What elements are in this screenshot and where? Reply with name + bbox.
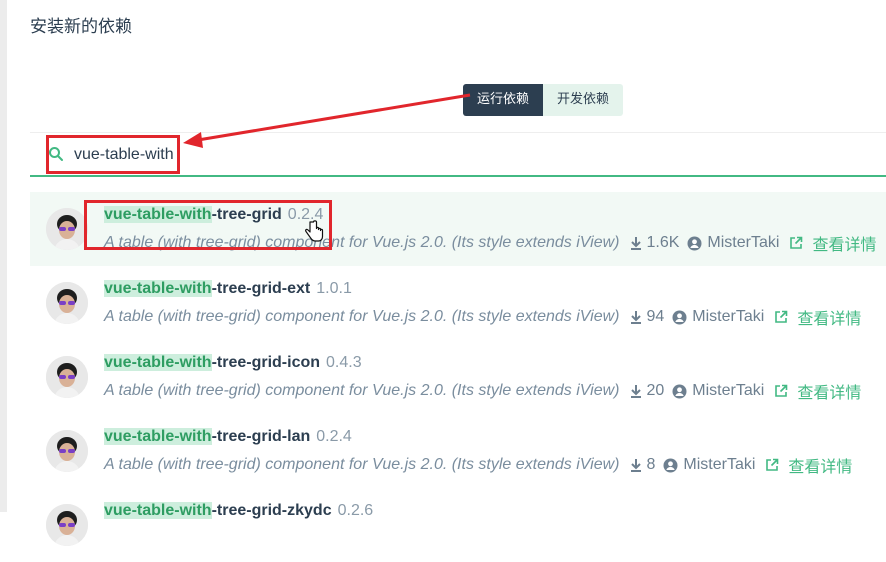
download-count: 1.6K (630, 234, 679, 252)
package-name[interactable]: vue-table-with-tree-grid-lan 0.2.4 (104, 428, 352, 446)
external-link-icon (775, 310, 788, 323)
dependency-type-tabs: 运行依赖 开发依赖 (463, 84, 624, 116)
package-author: MisterTaki (687, 234, 779, 252)
author-avatar (46, 356, 88, 398)
user-icon (672, 310, 687, 324)
download-count: 8 (630, 456, 655, 474)
download-count: 20 (630, 382, 664, 400)
user-icon (687, 236, 702, 250)
result-row[interactable]: vue-table-with-tree-grid-lan 0.2.4 A table… (30, 414, 886, 488)
view-details-link[interactable]: 查看详情 (765, 453, 852, 477)
package-version: 0.2.4 (316, 428, 352, 445)
left-panel-edge (0, 0, 7, 512)
package-author: MisterTaki (672, 382, 764, 400)
package-version: 0.2.6 (337, 502, 374, 519)
external-link-icon (775, 384, 788, 397)
view-details-link[interactable]: 查看详情 (774, 305, 861, 329)
package-name[interactable]: vue-table-with-tree-grid-ext 1.0.1 (104, 280, 352, 298)
download-icon (630, 311, 641, 324)
package-name-rest: -tree-grid-lan (211, 428, 311, 445)
author-avatar (46, 282, 88, 324)
package-meta: A table (with tree-grid) component for V… (104, 379, 861, 403)
user-icon (672, 384, 687, 398)
package-name[interactable]: vue-table-with-tree-grid-icon 0.4.3 (104, 354, 362, 372)
author-avatar (46, 208, 88, 250)
package-name-match: vue-table-with (104, 428, 212, 445)
package-name-rest: -tree-grid-ext (211, 280, 311, 297)
result-row[interactable]: vue-table-with-tree-grid-ext 1.0.1 A table… (30, 266, 886, 340)
package-name[interactable]: vue-table-with-tree-grid-zkydc 0.2.6 (104, 502, 373, 520)
result-row[interactable]: vue-table-with-tree-grid-icon 0.4.3 A tabl… (30, 340, 886, 414)
package-name-match: vue-table-with (104, 502, 212, 519)
package-name-match: vue-table-with (104, 280, 212, 297)
tab-dev-dependencies[interactable]: 开发依赖 (543, 84, 624, 116)
author-avatar (46, 504, 88, 546)
package-description: A table (with tree-grid) component for V… (104, 382, 620, 399)
download-icon (630, 459, 641, 472)
download-icon (630, 385, 641, 398)
package-name-rest: -tree-grid-zkydc (211, 502, 332, 519)
package-version: 1.0.1 (316, 280, 352, 297)
view-details-link[interactable]: 查看详情 (789, 231, 876, 255)
external-link-icon (766, 458, 779, 471)
package-description: A table (with tree-grid) component for V… (104, 308, 620, 325)
result-row[interactable]: vue-table-with-tree-grid-zkydc 0.2.6 (30, 488, 886, 562)
external-link-icon (790, 236, 803, 249)
package-author: MisterTaki (672, 308, 764, 326)
annotation-box-search (46, 135, 180, 174)
package-meta: A table (with tree-grid) component for V… (104, 453, 852, 477)
download-count: 94 (630, 308, 664, 326)
package-meta: A table (with tree-grid) component for V… (104, 305, 861, 329)
annotation-box-first-result (84, 200, 332, 250)
package-version: 0.4.3 (326, 354, 362, 371)
package-name-match: vue-table-with (104, 354, 212, 371)
package-name-rest: -tree-grid-icon (211, 354, 321, 371)
author-avatar (46, 430, 88, 472)
page-title: 安装新的依赖 (30, 17, 132, 37)
package-description: A table (with tree-grid) component for V… (104, 456, 620, 473)
view-details-link[interactable]: 查看详情 (774, 379, 861, 403)
package-author: MisterTaki (663, 456, 755, 474)
user-icon (663, 458, 678, 472)
tab-runtime-dependencies[interactable]: 运行依赖 (463, 84, 544, 116)
download-icon (630, 237, 641, 250)
mouse-pointer-hand-icon (305, 220, 324, 242)
